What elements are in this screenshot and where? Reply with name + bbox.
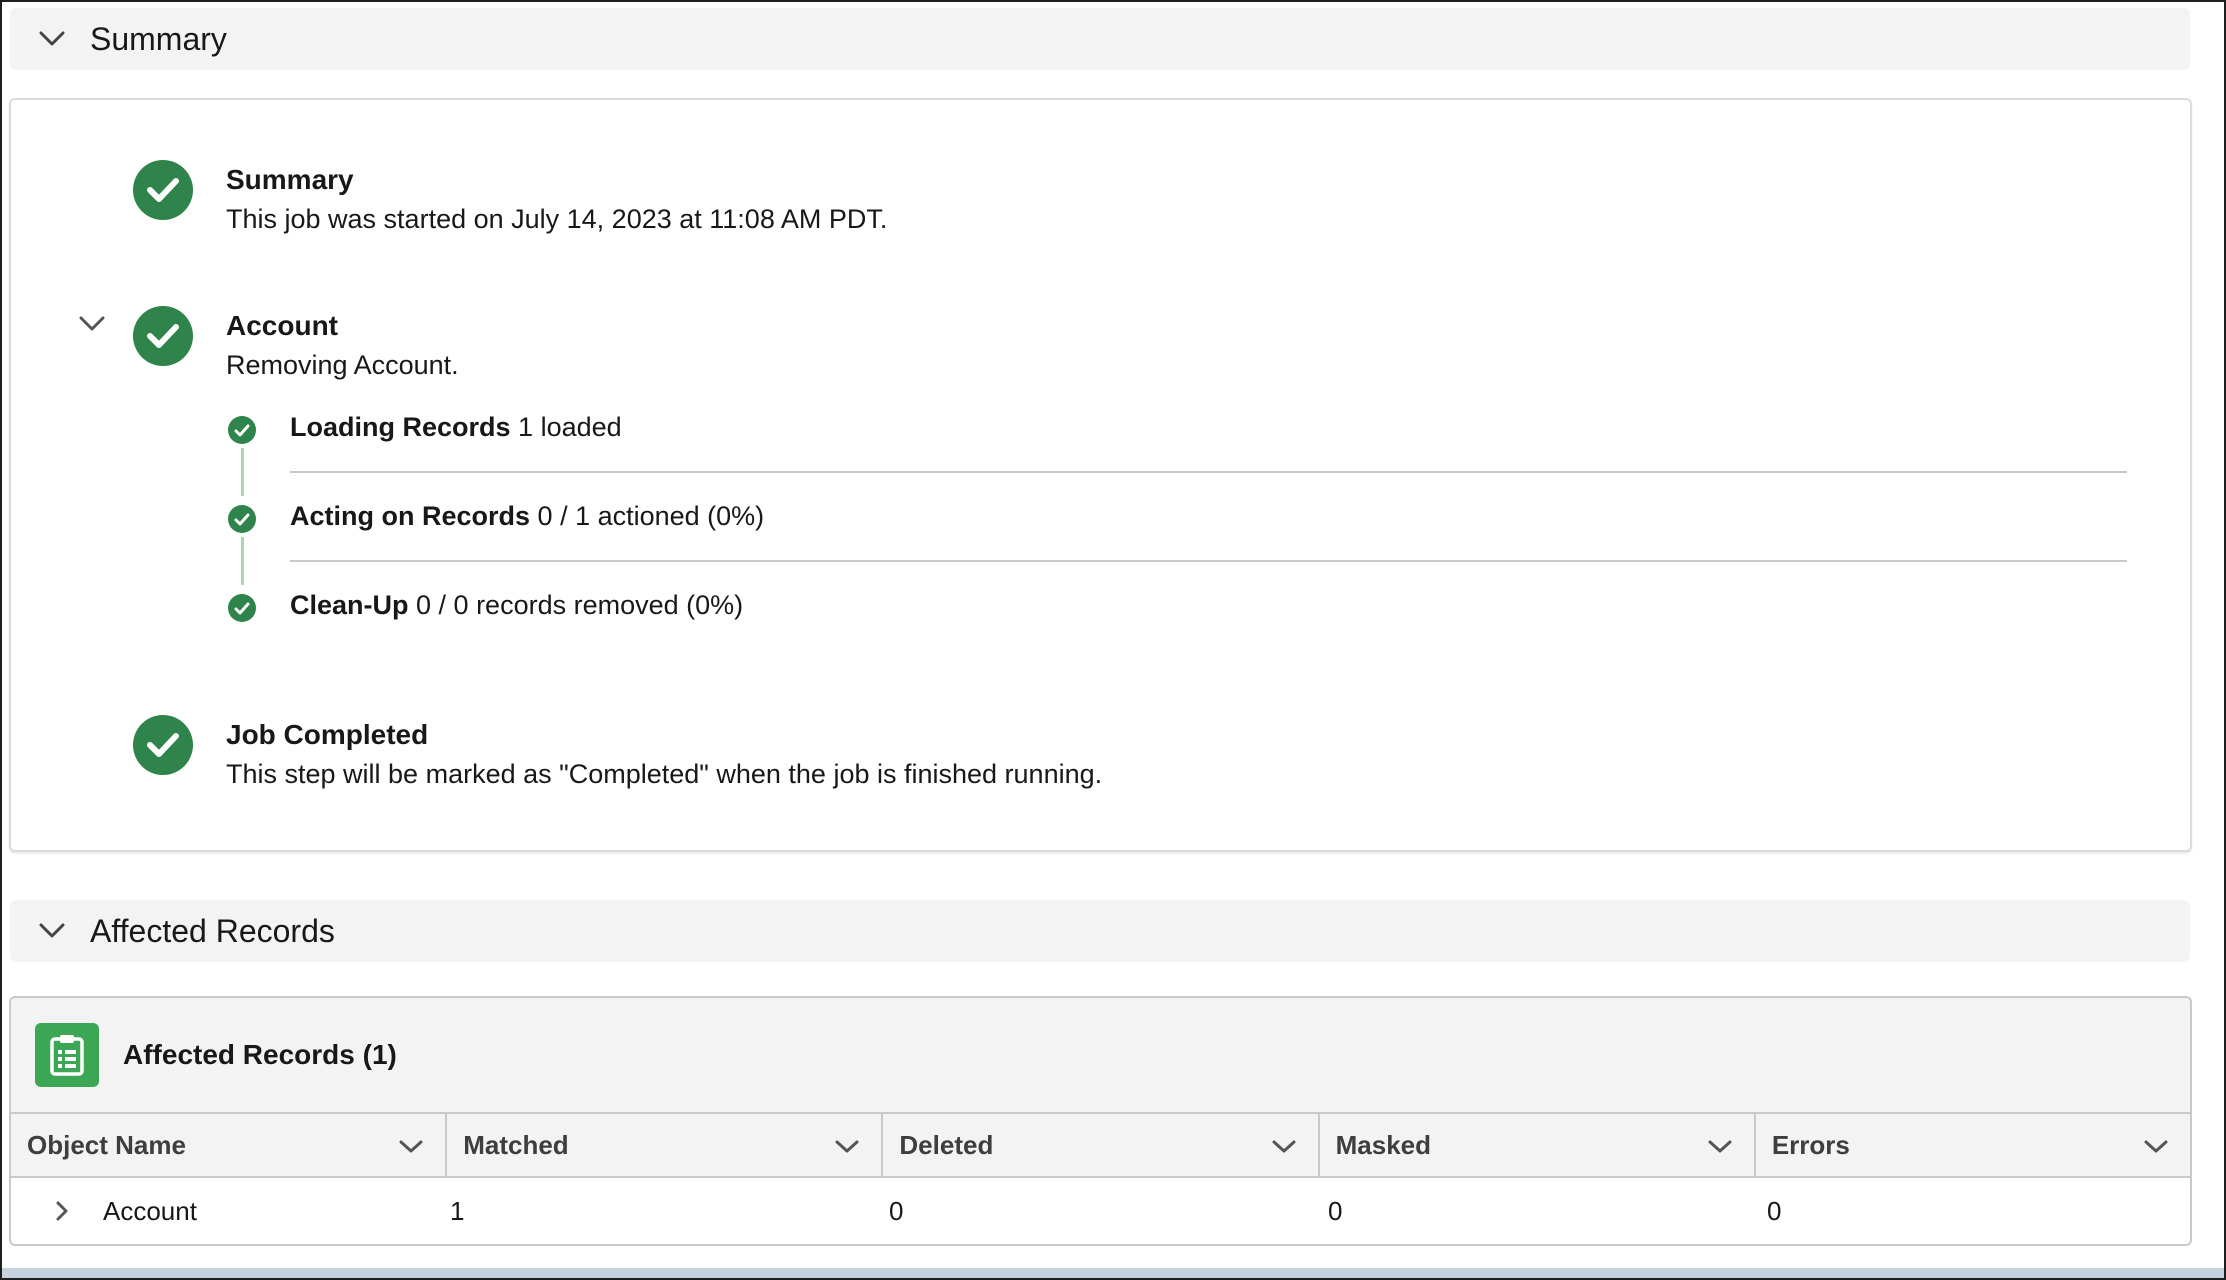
chevron-down-icon[interactable] bbox=[2144, 1130, 2168, 1161]
substep-check-icon bbox=[228, 416, 256, 444]
substep-clean-up: Clean-Up 0 / 0 records removed (0%) bbox=[290, 590, 743, 621]
account-collapse-chevron-icon[interactable] bbox=[79, 316, 105, 337]
step-account-title: Account bbox=[226, 310, 338, 341]
cell-errors: 0 bbox=[1767, 1195, 1782, 1226]
bottom-edge bbox=[2, 1268, 2224, 1278]
cell-matched: 1 bbox=[450, 1195, 465, 1226]
substep-label: Loading Records bbox=[290, 412, 511, 442]
chevron-down-icon[interactable] bbox=[835, 1130, 859, 1161]
success-check-icon bbox=[133, 306, 193, 366]
table-header-row: Object Name Matched Deleted Masked Error… bbox=[11, 1112, 2190, 1178]
chevron-right-icon[interactable] bbox=[55, 1200, 83, 1222]
chevron-down-icon[interactable] bbox=[1272, 1130, 1296, 1161]
substep-detail: 0 / 1 actioned (0%) bbox=[537, 501, 765, 531]
step-job-completed-description: This step will be marked as "Completed" … bbox=[226, 759, 1103, 789]
affected-records-card: Affected Records (1) Object Name Matched… bbox=[9, 996, 2192, 1246]
step-job-completed-title: Job Completed bbox=[226, 719, 429, 750]
summary-section-title: Summary bbox=[90, 20, 227, 57]
clipboard-list-icon bbox=[35, 1023, 99, 1087]
divider bbox=[290, 560, 2127, 562]
affected-records-table: Object Name Matched Deleted Masked Error… bbox=[11, 1112, 2190, 1244]
substep-label: Acting on Records bbox=[290, 501, 531, 531]
cell-object-name: Account bbox=[11, 1196, 434, 1227]
step-connector bbox=[241, 448, 244, 496]
divider bbox=[290, 471, 2127, 473]
substep-detail: 1 loaded bbox=[518, 412, 622, 442]
substep-check-icon bbox=[228, 505, 256, 533]
step-summary-description: This job was started on July 14, 2023 at… bbox=[226, 204, 888, 234]
column-header-deleted[interactable]: Deleted bbox=[883, 1114, 1320, 1176]
substep-check-icon bbox=[228, 594, 256, 622]
affected-records-card-title: Affected Records (1) bbox=[123, 1039, 397, 1070]
success-check-icon bbox=[133, 715, 193, 775]
column-header-errors[interactable]: Errors bbox=[1756, 1114, 2190, 1176]
step-connector bbox=[241, 537, 244, 585]
step-summary-title: Summary bbox=[226, 164, 354, 195]
column-header-matched[interactable]: Matched bbox=[447, 1114, 884, 1176]
step-account-description: Removing Account. bbox=[226, 350, 459, 380]
summary-card: Summary This job was started on July 14,… bbox=[9, 98, 2192, 852]
substep-detail: 0 / 0 records removed (0%) bbox=[416, 590, 744, 620]
substep-acting-on-records: Acting on Records 0 / 1 actioned (0%) bbox=[290, 501, 764, 532]
substep-loading-records: Loading Records 1 loaded bbox=[290, 412, 622, 443]
chevron-down-icon[interactable] bbox=[32, 911, 72, 951]
success-check-icon bbox=[133, 160, 193, 220]
cell-deleted: 0 bbox=[889, 1195, 904, 1226]
affected-records-section-title: Affected Records bbox=[90, 912, 335, 949]
column-header-masked[interactable]: Masked bbox=[1320, 1114, 1756, 1176]
summary-section-header[interactable]: Summary bbox=[10, 8, 2190, 70]
chevron-down-icon[interactable] bbox=[1708, 1130, 1732, 1161]
table-row[interactable]: Account 1 0 0 0 bbox=[11, 1178, 2190, 1244]
chevron-down-icon[interactable] bbox=[32, 19, 72, 59]
chevron-down-icon[interactable] bbox=[399, 1130, 423, 1161]
substep-label: Clean-Up bbox=[290, 590, 409, 620]
column-header-object-name[interactable]: Object Name bbox=[11, 1114, 448, 1176]
cell-masked: 0 bbox=[1328, 1195, 1343, 1226]
affected-records-card-header: Affected Records (1) bbox=[11, 998, 2190, 1112]
affected-records-section-header[interactable]: Affected Records bbox=[10, 900, 2190, 962]
